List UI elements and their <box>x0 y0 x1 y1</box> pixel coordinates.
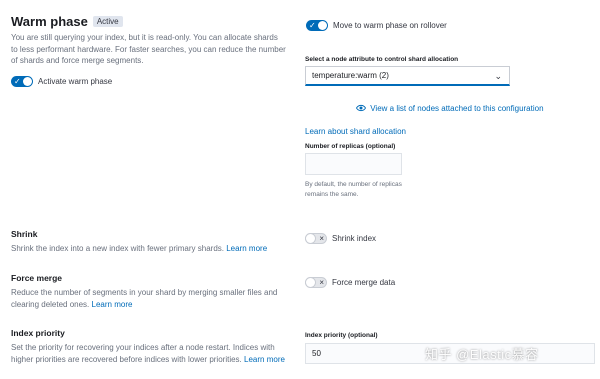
node-attribute-select[interactable]: temperature:warm (2) ⌄ <box>305 66 510 86</box>
index-priority-label: Index priority (optional) <box>305 332 378 339</box>
shrink-index-toggle[interactable]: × <box>305 233 327 244</box>
rollover-toggle[interactable]: ✓ <box>306 20 328 31</box>
force-merge-description-text: Reduce the number of segments in your sh… <box>11 288 278 309</box>
activate-warm-phase-toggle[interactable]: ✓ <box>11 76 33 87</box>
cross-icon: × <box>319 234 324 243</box>
view-nodes-link-text: View a list of nodes attached to this co… <box>370 104 544 113</box>
check-icon: ✓ <box>14 77 21 86</box>
replicas-label: Number of replicas (optional) <box>305 143 396 150</box>
check-icon: ✓ <box>309 21 316 30</box>
learn-shard-allocation-link[interactable]: Learn about shard allocation <box>305 127 406 136</box>
force-merge-learn-more-link[interactable]: Learn more <box>92 300 133 309</box>
shrink-learn-more-link[interactable]: Learn more <box>226 244 267 253</box>
index-priority-learn-more-link[interactable]: Learn more <box>244 355 285 364</box>
status-badge: Active <box>92 16 123 27</box>
cross-icon: × <box>319 278 324 287</box>
replicas-help-text: By default, the number of replicas remai… <box>305 181 402 198</box>
index-priority-description-text: Set the priority for recovering your ind… <box>11 343 275 364</box>
shrink-description-text: Shrink the index into a new index with f… <box>11 244 224 253</box>
rollover-toggle-label: Move to warm phase on rollover <box>333 21 447 30</box>
force-merge-label: Force merge data <box>332 278 396 287</box>
node-attribute-label: Select a node attribute to control shard… <box>305 56 459 63</box>
index-priority-title: Index priority <box>11 328 65 338</box>
shrink-title: Shrink <box>11 229 38 239</box>
force-merge-title: Force merge <box>11 273 63 283</box>
index-priority-description: Set the priority for recovering your ind… <box>11 342 296 365</box>
eye-icon <box>355 104 367 112</box>
node-attribute-value: temperature:warm (2) <box>312 71 389 80</box>
force-merge-description: Reduce the number of segments in your sh… <box>11 287 296 310</box>
activate-warm-phase-label: Activate warm phase <box>38 77 113 86</box>
phase-title-text: Warm phase <box>11 14 88 29</box>
shrink-index-label: Shrink index <box>332 234 377 243</box>
view-nodes-link[interactable]: View a list of nodes attached to this co… <box>355 104 544 113</box>
force-merge-toggle[interactable]: × <box>305 277 327 288</box>
watermark: 知乎 @Elastic慕容 <box>425 347 539 362</box>
chevron-down-icon: ⌄ <box>494 71 502 81</box>
replicas-input[interactable] <box>305 153 402 175</box>
shrink-description: Shrink the index into a new index with f… <box>11 243 291 255</box>
phase-description: You are still querying your index, but i… <box>11 33 286 65</box>
phase-title: Warm phase Active <box>11 14 123 29</box>
